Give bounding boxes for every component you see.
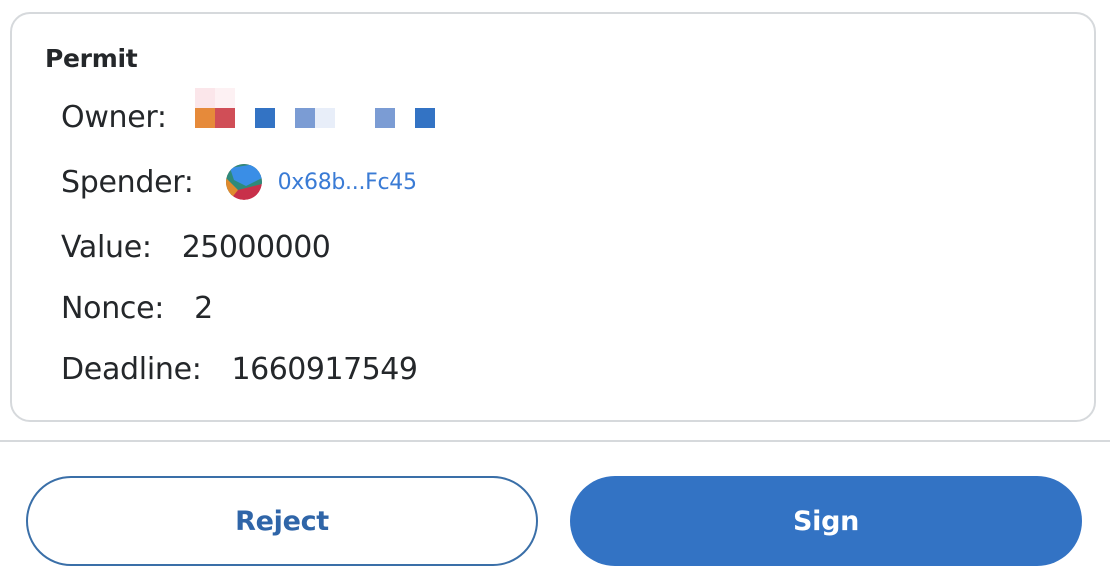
nonce-label: Nonce: [61,291,165,326]
nonce-value: 2 [194,291,213,326]
owner-label: Owner: [61,99,167,135]
owner-row: Owner: [61,88,443,142]
jazzicon-avatar-icon [225,164,262,200]
value-row: Value: 25000000 [61,230,331,265]
nonce-row: Nonce: 2 [61,291,213,326]
value-amount: 25000000 [181,230,331,265]
reject-button[interactable]: Reject [26,476,538,566]
value-label: Value: [61,230,152,265]
spender-label: Spender: [61,164,194,200]
deadline-row: Deadline: 1660917549 [61,352,418,387]
card-title: Permit [45,44,138,73]
footer-divider [0,440,1110,442]
sign-button[interactable]: Sign [570,476,1082,566]
spender-address-link[interactable]: 0x68b...Fc45 [278,170,417,195]
spender-row: Spender: 0x68b...Fc45 [61,164,417,200]
spender-address-wrap[interactable]: 0x68b...Fc45 [225,164,417,200]
deadline-label: Deadline: [61,352,202,387]
owner-identicon-icon [193,88,443,148]
deadline-value: 1660917549 [231,352,418,387]
permit-card: Permit Owner: Spender: 0x68b...Fc45 Valu… [10,12,1096,422]
